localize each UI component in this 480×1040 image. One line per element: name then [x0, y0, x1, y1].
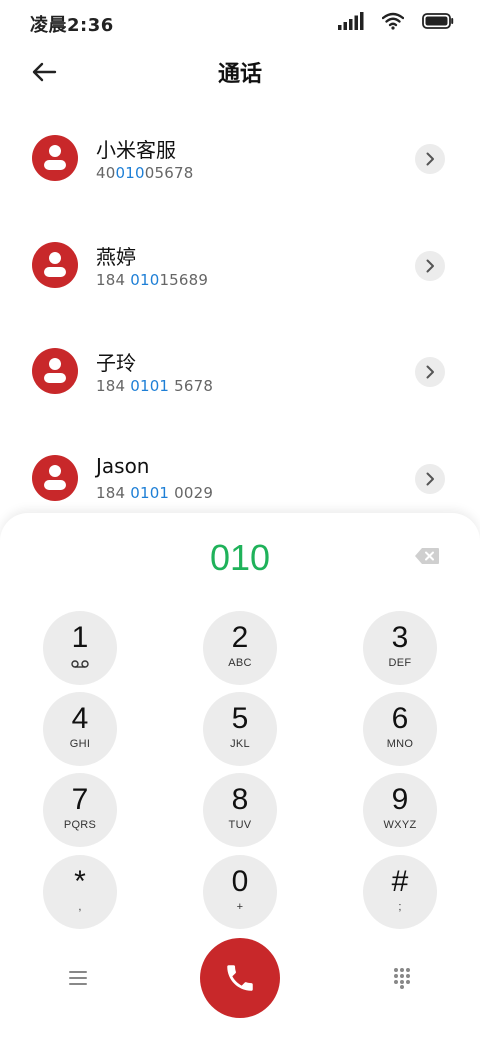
avatar-icon [32, 135, 78, 181]
status-time: 凌晨2:36 [30, 15, 114, 36]
dialpad-bottom-bar [0, 938, 480, 1020]
contact-detail-button[interactable] [415, 250, 445, 281]
contact-row[interactable]: 小米客服 4001005678 [0, 104, 480, 211]
key-4[interactable]: 4 GHI [43, 692, 117, 766]
status-icons [338, 12, 454, 30]
key-7[interactable]: 7 PQRS [43, 773, 117, 847]
header: 通话 [0, 44, 480, 100]
key-digit: 9 [391, 783, 409, 816]
key-letters: DEF [388, 657, 412, 669]
key-0[interactable]: 0 + [203, 855, 277, 929]
dialpad-panel: 010 1 2 ABC 3 DEF 4 GHI 5 JKL 6 MNO 7 PQ… [0, 513, 480, 1040]
status-bar: 凌晨2:36 [0, 0, 480, 44]
key-letters: JKL [230, 738, 250, 750]
keypad-toggle-button[interactable] [388, 964, 416, 992]
key-digit: * [74, 865, 86, 898]
key-digit: 3 [391, 621, 409, 654]
contact-detail-button[interactable] [415, 144, 445, 174]
chevron-right-icon [426, 259, 434, 272]
contact-detail-button[interactable] [415, 357, 445, 387]
menu-button[interactable] [64, 964, 92, 992]
key-hash[interactable]: # ; [363, 855, 437, 929]
contact-name: 子玲 [96, 351, 136, 375]
phone-icon [227, 965, 253, 991]
contact-list: 小米客服 4001005678 燕婷 184 01015689 子玲 184 0… [0, 104, 480, 530]
call-button[interactable] [200, 938, 280, 1018]
key-letters: PQRS [63, 819, 97, 831]
key-letters: , [78, 901, 82, 913]
key-8[interactable]: 8 TUV [203, 773, 277, 847]
key-2[interactable]: 2 ABC [203, 611, 277, 685]
key-3[interactable]: 3 DEF [363, 611, 437, 685]
backspace-button[interactable] [412, 545, 442, 567]
key-digit: 2 [231, 621, 249, 654]
contact-name: 小米客服 [96, 138, 176, 162]
key-9[interactable]: 9 WXYZ [363, 773, 437, 847]
avatar-icon [32, 241, 78, 288]
avatar-icon [32, 454, 78, 501]
chevron-right-icon [426, 365, 434, 379]
contact-number: 184 0101 0029 [96, 483, 214, 502]
contact-detail-button[interactable] [415, 463, 445, 494]
key-digit: 1 [71, 621, 89, 654]
wifi-icon [382, 12, 404, 30]
key-digit: 5 [231, 702, 249, 735]
contact-row[interactable]: 子玲 184 0101 5678 [0, 317, 480, 424]
key-digit: 6 [391, 702, 409, 735]
contact-name: 燕婷 [96, 244, 136, 269]
keypad-grid-icon [394, 968, 410, 989]
key-star[interactable]: * , [43, 855, 117, 929]
backspace-icon [415, 548, 439, 564]
contact-name: Jason [96, 453, 150, 478]
key-1[interactable]: 1 [43, 611, 117, 685]
voicemail-icon [71, 660, 89, 668]
contact-number: 184 01015689 [96, 270, 209, 289]
chevron-right-icon [426, 472, 434, 485]
key-letters: WXYZ [383, 819, 417, 831]
key-letters: ; [398, 901, 402, 913]
key-digit: # [391, 865, 409, 898]
key-letters: TUV [228, 819, 252, 831]
key-letters: MNO [386, 738, 414, 750]
dial-number-display[interactable]: 010 [0, 537, 480, 579]
contact-number: 4001005678 [96, 164, 194, 182]
contact-number: 184 0101 5678 [96, 377, 214, 395]
battery-icon [422, 13, 454, 29]
chevron-right-icon [426, 152, 434, 166]
contact-row[interactable]: 燕婷 184 01015689 [0, 211, 480, 318]
page-title: 通话 [217, 62, 262, 87]
key-digit: 7 [71, 783, 89, 816]
avatar-icon [32, 348, 78, 394]
key-letters: + [236, 901, 244, 913]
key-letters: GHI [69, 738, 91, 750]
key-digit: 4 [71, 702, 89, 735]
key-6[interactable]: 6 MNO [363, 692, 437, 766]
key-letters: ABC [228, 657, 252, 669]
key-digit: 0 [231, 865, 249, 898]
signal-icon [338, 12, 364, 30]
key-digit: 8 [231, 783, 249, 816]
key-5[interactable]: 5 JKL [203, 692, 277, 766]
menu-icon [69, 971, 87, 985]
